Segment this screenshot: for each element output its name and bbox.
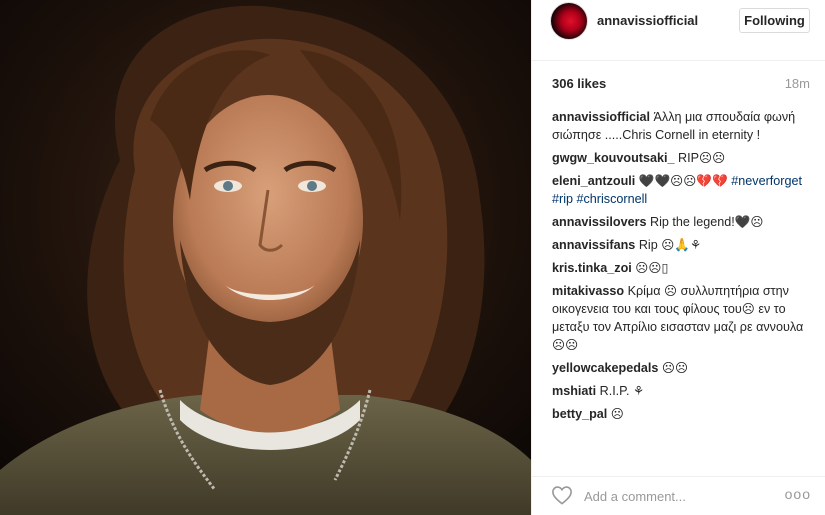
comment-item: gwgw_kouvoutsaki_ RIP☹☹ [552, 149, 814, 167]
comment-username[interactable]: yellowcakepedals [552, 361, 658, 375]
comment-text: ☹ [610, 407, 624, 421]
likes-count[interactable]: 306 likes [552, 76, 606, 91]
comment-item: betty_pal ☹ [552, 405, 814, 423]
post-time[interactable]: 18m [785, 76, 810, 91]
comment-username[interactable]: mitakivasso [552, 284, 624, 298]
comment-username[interactable]: annavissifans [552, 238, 635, 252]
post-photo[interactable] [0, 0, 531, 515]
post-username[interactable]: annavissiofficial [597, 13, 698, 28]
comment-item: annavissilovers Rip the legend!🖤☹ [552, 213, 814, 231]
post-header: annavissiofficial Following [532, 0, 825, 61]
add-comment-input[interactable] [582, 488, 776, 505]
comment-footer: ooo [532, 476, 825, 515]
comment-item: eleni_antzouli 🖤🖤☹☹💔💔 #neverforget #rip … [552, 172, 814, 208]
comment-username[interactable]: kris.tinka_zoi [552, 261, 632, 275]
comment-username[interactable]: mshiati [552, 384, 596, 398]
comment-list: annavissiofficial Άλλη μια σπουδαία φωνή… [552, 108, 814, 428]
portrait-image [0, 0, 531, 515]
comment-username[interactable]: annavissilovers [552, 215, 647, 229]
comment-item: mitakivasso Κρίμα ☹ συλλυπητήρια στην οι… [552, 282, 814, 354]
comment-text: 🖤🖤☹☹💔💔 [638, 174, 728, 188]
comment-text: RIP☹☹ [677, 151, 726, 165]
comment-text: Rip ☹🙏⚘ [638, 238, 702, 252]
post-side-panel: annavissiofficial Following 306 likes 18… [531, 0, 825, 515]
comment-username[interactable]: eleni_antzouli [552, 174, 635, 188]
comment-item: yellowcakepedals ☹☹ [552, 359, 814, 377]
comment-username[interactable]: betty_pal [552, 407, 607, 421]
comment-text: ☹☹▯ [635, 261, 669, 275]
comment-item: kris.tinka_zoi ☹☹▯ [552, 259, 814, 277]
following-button[interactable]: Following [739, 8, 810, 33]
comment-username[interactable]: gwgw_kouvoutsaki_ [552, 151, 674, 165]
comment-username[interactable]: annavissiofficial [552, 110, 650, 124]
comment-item: mshiati R.I.P. ⚘ [552, 382, 814, 400]
avatar[interactable] [550, 2, 588, 40]
heart-outline-icon[interactable] [551, 485, 573, 505]
comment-text: ☹☹ [661, 361, 689, 375]
comment-item: annavissifans Rip ☹🙏⚘ [552, 236, 814, 254]
comment-text: R.I.P. ⚘ [599, 384, 645, 398]
comment-text: Rip the legend!🖤☹ [650, 215, 764, 229]
comment-item: annavissiofficial Άλλη μια σπουδαία φωνή… [552, 108, 814, 144]
more-options-icon[interactable]: ooo [785, 486, 811, 502]
